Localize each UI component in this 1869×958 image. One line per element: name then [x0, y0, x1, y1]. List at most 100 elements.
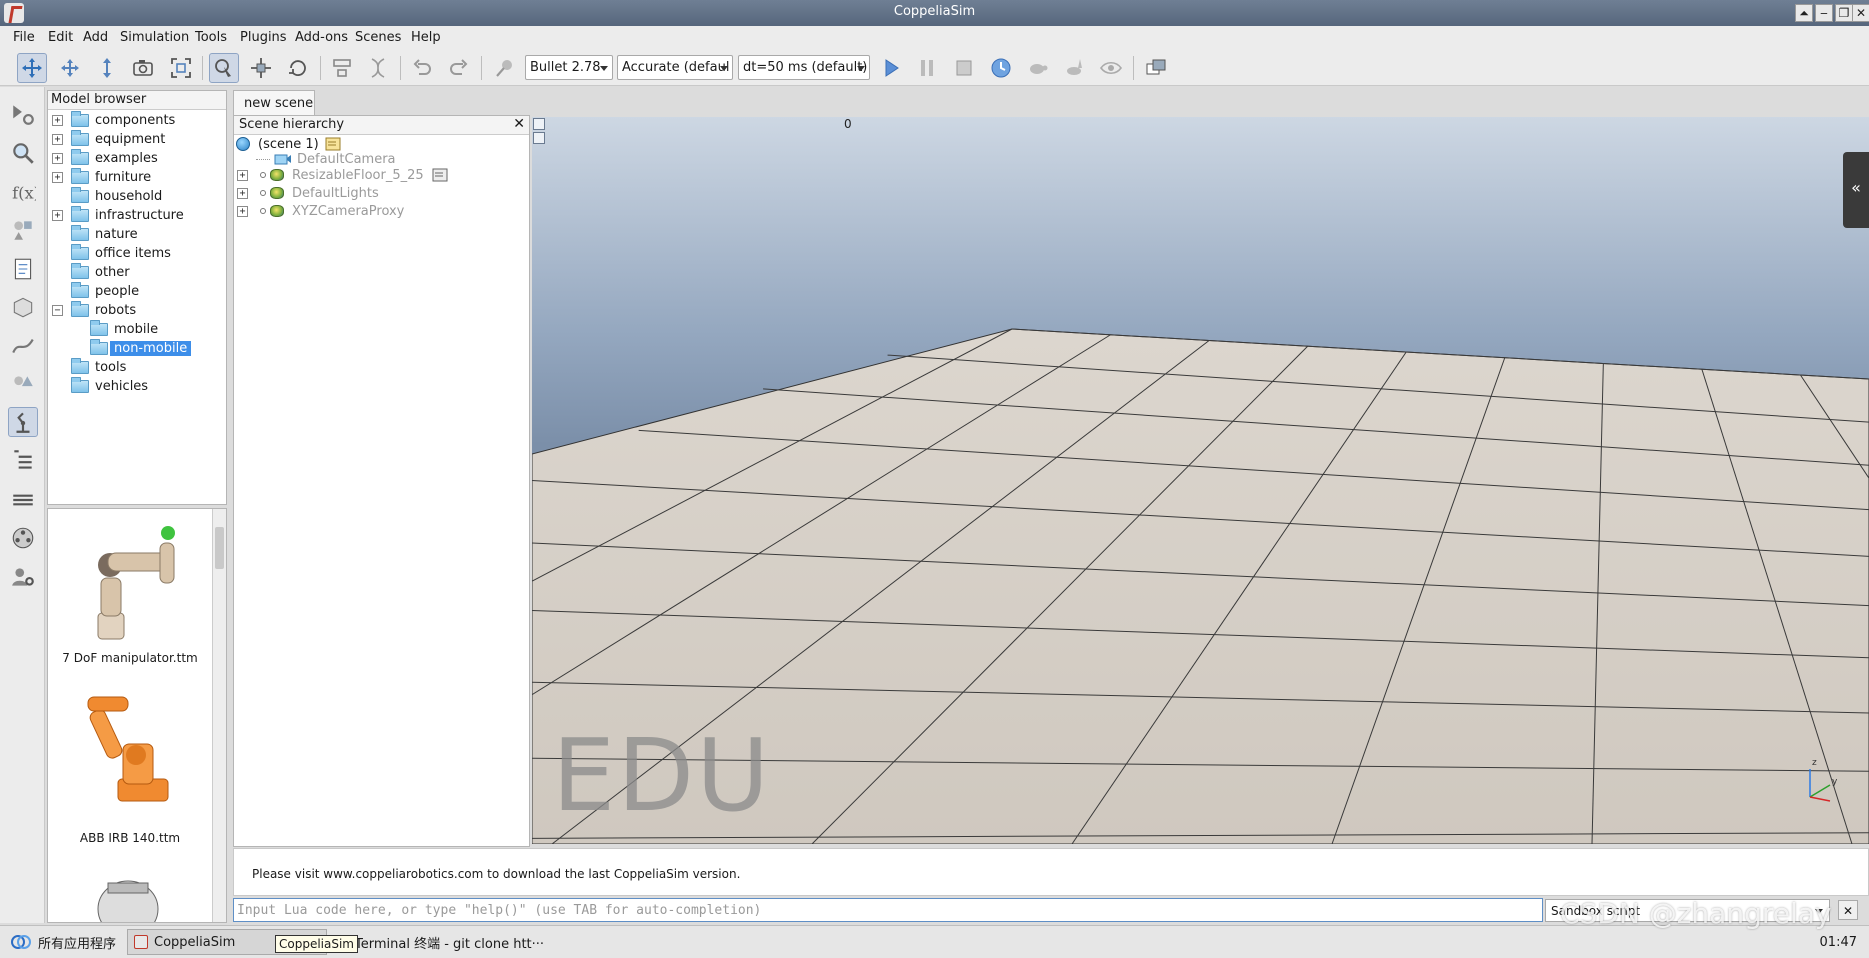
selection-button[interactable] [8, 369, 38, 399]
camera-rotate-button[interactable] [55, 53, 85, 83]
clear-console-button[interactable]: ✕ [1838, 900, 1858, 920]
camera-shift-button[interactable] [92, 53, 122, 83]
robot-model-thumbnail[interactable] [78, 869, 178, 923]
menu-edit[interactable]: Edit [48, 30, 73, 45]
sim-settings-icon [13, 105, 34, 125]
shape-edit-button[interactable] [8, 292, 38, 322]
hierarchy-item-label: XYZCameraProxy [292, 203, 405, 219]
menu-add[interactable]: Add [83, 30, 108, 45]
lua-command-input[interactable] [233, 898, 1543, 922]
physics-engine-select[interactable]: Bullet 2.78 [525, 55, 613, 80]
real-time-button[interactable] [986, 53, 1016, 83]
taskbar-item-terminal[interactable]: Terminal 终端 - git clone htt··· [329, 929, 550, 955]
stop-simulation-button[interactable] [949, 53, 979, 83]
thumbnails-scrollbar[interactable] [212, 509, 226, 922]
model-folder-item[interactable]: nature [52, 225, 138, 244]
expand-icon[interactable]: + [237, 205, 248, 217]
view-mini-button[interactable] [533, 132, 545, 144]
expand-icon[interactable]: + [237, 169, 248, 181]
thumbnail-label[interactable]: 7 DoF manipulator.ttm [48, 651, 212, 665]
path-edit-button[interactable] [8, 330, 38, 360]
menu-file[interactable]: File [13, 30, 35, 45]
maximize-window-icon[interactable]: ❐ [1835, 4, 1853, 22]
z-axis-label: z [1812, 758, 1817, 768]
scrollbar-thumb[interactable] [215, 527, 224, 569]
layers-button[interactable] [8, 485, 38, 515]
model-folder-item[interactable]: + equipment [52, 130, 165, 149]
menu-help[interactable]: Help [411, 30, 441, 45]
calculation-modules-button[interactable]: f(x) [8, 177, 38, 207]
object-shift-button[interactable] [246, 53, 276, 83]
accuracy-select[interactable]: Accurate (defaul [617, 55, 733, 80]
camera-angle-button[interactable] [128, 53, 158, 83]
start-menu-button[interactable]: 所有应用程序 [4, 929, 122, 955]
menu-simulation[interactable]: Simulation [120, 30, 189, 45]
collapse-icon[interactable]: − [52, 305, 63, 316]
model-browser-toggle-button[interactable] [8, 407, 38, 437]
hierarchy-item[interactable]: + XYZCameraProxy [237, 202, 404, 220]
collapse-panel-button[interactable]: « [1843, 152, 1869, 228]
seven-dof-manipulator-thumbnail[interactable] [68, 523, 188, 643]
camera-pan-button[interactable] [17, 53, 47, 83]
close-icon[interactable]: ✕ [513, 116, 525, 132]
minimize-window-icon[interactable]: ‒ [1815, 4, 1833, 22]
model-folder-item[interactable]: tools [52, 358, 126, 377]
fit-to-view-button[interactable] [166, 53, 196, 83]
model-folder-item[interactable]: − robots [52, 301, 136, 320]
tab-new-scene[interactable]: new scene [233, 90, 315, 115]
view-mini-button[interactable] [533, 118, 545, 130]
redo-button[interactable] [444, 53, 474, 83]
model-folder-item[interactable]: + examples [52, 149, 158, 168]
pause-simulation-button[interactable] [912, 53, 942, 83]
expand-icon[interactable]: + [52, 115, 63, 126]
expand-icon[interactable]: + [52, 153, 63, 164]
scene-viewport[interactable]: 0 EDU « z y [532, 117, 1869, 844]
model-folder-item[interactable]: mobile [90, 320, 158, 339]
model-folder-item[interactable]: + infrastructure [52, 206, 184, 225]
hierarchy-item[interactable]: + ResizableFloor_5_25 [237, 166, 448, 184]
close-window-icon[interactable]: ✕ [1852, 4, 1869, 22]
page-selector-button[interactable] [1141, 53, 1171, 83]
menu-tools[interactable]: Tools [195, 30, 227, 45]
menu-plugins[interactable]: Plugins [240, 30, 287, 45]
expand-icon[interactable]: + [52, 210, 63, 221]
folder-label: nature [95, 227, 138, 242]
click-selection-button[interactable] [209, 53, 239, 83]
expand-icon[interactable]: + [237, 187, 248, 199]
hierarchy-item[interactable]: + DefaultLights [237, 184, 379, 202]
model-folder-item[interactable]: office items [52, 244, 171, 263]
transfer-dna-button[interactable] [363, 53, 393, 83]
object-rotate-button[interactable] [283, 53, 313, 83]
video-recorder-button[interactable] [8, 523, 38, 553]
menu-scenes[interactable]: Scenes [355, 30, 401, 45]
collections-button[interactable] [8, 215, 38, 245]
undo-button[interactable] [407, 53, 437, 83]
abb-irb-140-thumbnail[interactable] [68, 689, 188, 809]
simulation-settings-button[interactable] [8, 99, 38, 129]
slow-down-button[interactable] [1023, 53, 1053, 83]
shade-window-icon[interactable]: ⏶ [1795, 4, 1813, 22]
model-folder-item[interactable]: non-mobile [90, 339, 192, 358]
model-folder-item[interactable]: + furniture [52, 168, 151, 187]
start-simulation-button[interactable] [876, 53, 906, 83]
speed-up-button[interactable] [1060, 53, 1090, 83]
assemble-button[interactable] [327, 53, 357, 83]
menu-add-ons[interactable]: Add-ons [295, 30, 348, 45]
model-folder-item[interactable]: other [52, 263, 130, 282]
object-icon [270, 187, 284, 199]
expand-icon[interactable]: + [52, 134, 63, 145]
dynamics-toggle-button[interactable] [490, 53, 520, 83]
model-folder-item[interactable]: + components [52, 111, 175, 130]
user-settings-button[interactable] [8, 562, 38, 592]
expand-icon[interactable]: + [52, 172, 63, 183]
timestep-select[interactable]: dt=50 ms (default) [738, 55, 870, 80]
model-folder-item[interactable]: people [52, 282, 139, 301]
thumbnail-label[interactable]: ABB IRB 140.ttm [48, 831, 212, 845]
visibility-dot-icon [260, 172, 266, 178]
visualization-toggle-button[interactable] [1096, 53, 1126, 83]
scene-object-properties-button[interactable] [8, 138, 38, 168]
scene-hierarchy-toggle-button[interactable] [8, 445, 38, 475]
model-folder-item[interactable]: vehicles [52, 377, 148, 396]
scripts-button[interactable] [8, 254, 38, 284]
model-folder-item[interactable]: household [52, 187, 162, 206]
